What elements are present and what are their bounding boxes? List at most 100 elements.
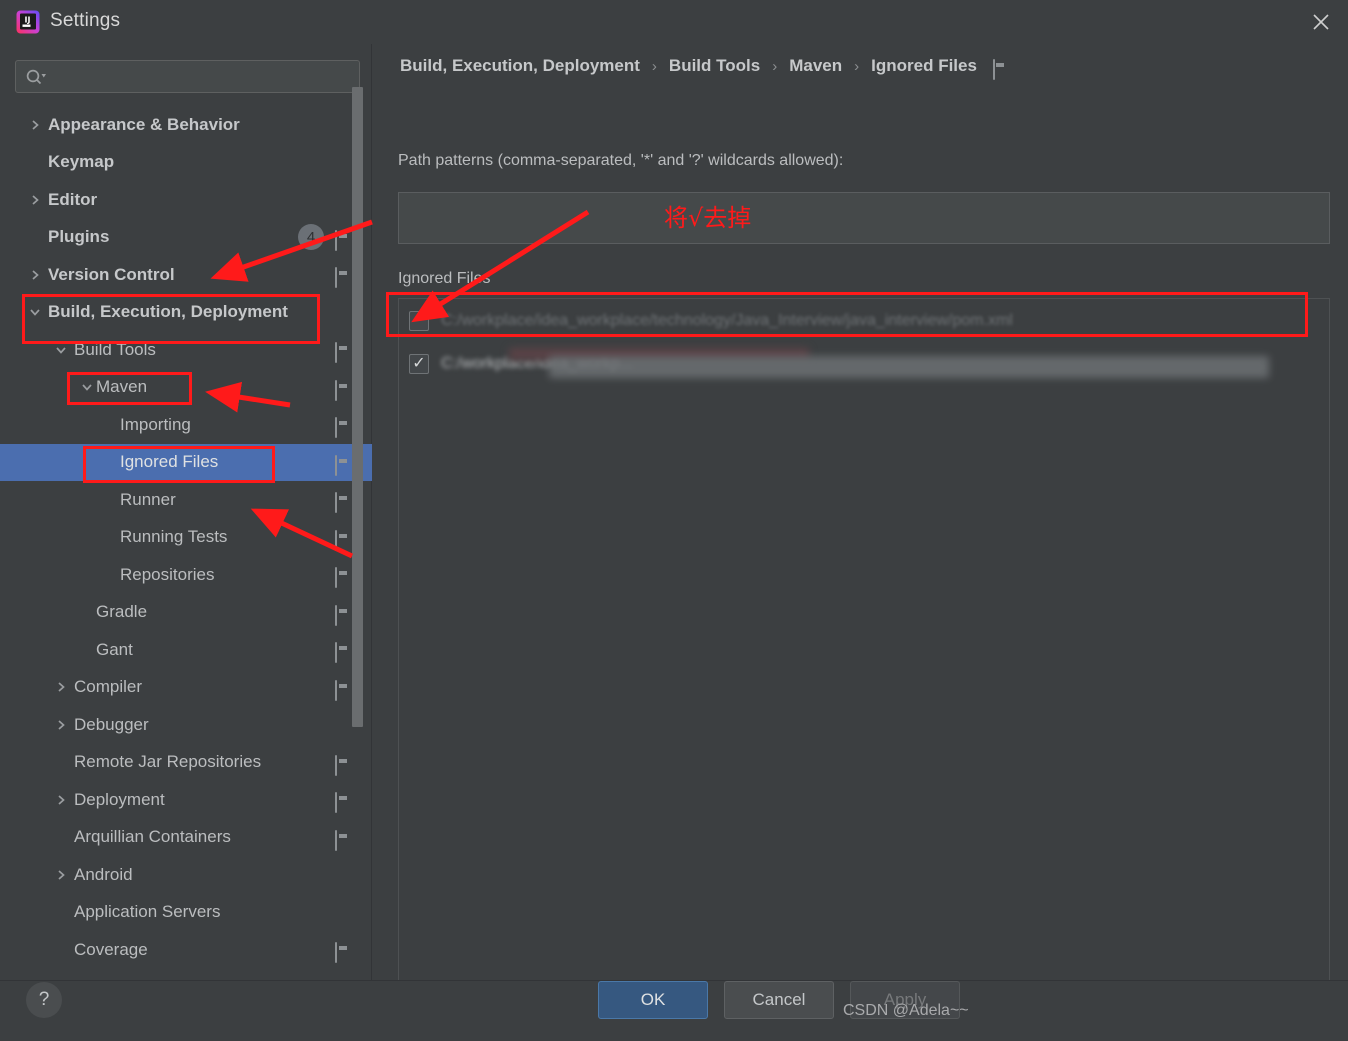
- chevron-down-icon[interactable]: [26, 303, 44, 321]
- breadcrumb-separator: ›: [651, 57, 657, 75]
- sidebar-item-gradle[interactable]: Gradle: [0, 594, 372, 632]
- sidebar-item-appearance-behavior[interactable]: Appearance & Behavior: [0, 106, 372, 144]
- chevron-right-icon[interactable]: [52, 716, 70, 734]
- sidebar-item-label: Importing: [120, 414, 191, 434]
- path-patterns-input[interactable]: [399, 193, 1329, 243]
- title-bar: IJ Settings: [0, 0, 1348, 44]
- ignored-file-row[interactable]: ✓ C:/workplace/idea_workplace/technology/…: [399, 299, 1329, 342]
- breadcrumb-separator: ›: [772, 57, 778, 75]
- settings-tree: Appearance & Behavior Keymap Editor Plugins…: [0, 106, 372, 1018]
- sidebar-item-label: Deployment: [74, 789, 165, 809]
- screen-settings-icon[interactable]: [335, 942, 350, 964]
- ignored-file-row[interactable]: ✓ C:/workplace/idea_workp...: [399, 342, 1329, 385]
- sidebar-item-label: Editor: [48, 189, 98, 209]
- screen-settings-icon[interactable]: [335, 642, 350, 664]
- sidebar-item-coverage[interactable]: Coverage: [0, 931, 372, 969]
- breadcrumb-item[interactable]: Build, Execution, Deployment: [398, 56, 642, 76]
- annotation-note: 将√去掉: [664, 204, 752, 232]
- sidebar-item-importing[interactable]: Importing: [0, 406, 372, 444]
- cancel-button[interactable]: Cancel: [724, 981, 834, 1019]
- ignored-file-checkbox[interactable]: ✓: [409, 353, 429, 374]
- sidebar-item-maven[interactable]: Maven: [0, 369, 372, 407]
- window-title: Settings: [50, 10, 121, 31]
- sidebar-item-debugger[interactable]: Debugger: [0, 706, 372, 744]
- screen-settings-icon[interactable]: [335, 792, 350, 814]
- sidebar-item-application-servers[interactable]: Application Servers: [0, 894, 372, 932]
- sidebar-item-label: Application Servers: [74, 902, 221, 922]
- sidebar-item-runner[interactable]: Runner: [0, 481, 372, 519]
- sidebar-item-plugins[interactable]: Plugins 4: [0, 219, 372, 257]
- help-button[interactable]: ?: [26, 982, 62, 1018]
- sidebar-item-label: Version Control: [48, 264, 175, 284]
- sidebar-item-gant[interactable]: Gant: [0, 631, 372, 669]
- sidebar-item-compiler[interactable]: Compiler: [0, 669, 372, 707]
- sidebar-item-label: Appearance & Behavior: [48, 114, 240, 134]
- chevron-right-icon[interactable]: [52, 866, 70, 884]
- sidebar-item-arquillian-containers[interactable]: Arquillian Containers: [0, 819, 372, 857]
- intellij-idea-logo-icon: IJ: [16, 10, 40, 34]
- sidebar-item-label: Arquillian Containers: [74, 827, 231, 847]
- breadcrumb: Build, Execution, Deployment › Build Tools…: [398, 56, 1008, 80]
- screen-settings-icon[interactable]: [335, 754, 350, 776]
- screen-settings-icon[interactable]: [335, 492, 350, 514]
- chevron-right-icon[interactable]: [26, 116, 44, 134]
- sidebar-item-build-execution-deployment[interactable]: Build, Execution, Deployment: [0, 294, 372, 332]
- sidebar-item-label: Debugger: [74, 714, 149, 734]
- chevron-right-icon[interactable]: [26, 191, 44, 209]
- sidebar-item-label: Gradle: [96, 602, 148, 622]
- breadcrumb-item[interactable]: Ignored Files: [869, 56, 979, 76]
- screen-settings-icon[interactable]: [335, 342, 350, 364]
- screen-settings-icon[interactable]: [335, 529, 350, 551]
- sidebar-item-label: Gant: [96, 639, 133, 659]
- breadcrumb-item[interactable]: Build Tools: [667, 56, 762, 76]
- ignored-file-checkbox[interactable]: ✓: [409, 310, 429, 331]
- screen-settings-icon[interactable]: [335, 829, 350, 851]
- screen-settings-icon[interactable]: [335, 604, 350, 626]
- search-input[interactable]: [52, 61, 352, 92]
- sidebar-item-editor[interactable]: Editor: [0, 181, 372, 219]
- screen-settings-icon[interactable]: [335, 417, 350, 439]
- sidebar-item-repositories[interactable]: Repositories: [0, 556, 372, 594]
- sidebar-scrollbar-track[interactable]: [352, 44, 367, 956]
- sidebar-item-label: Compiler: [74, 677, 143, 697]
- sidebar-item-deployment[interactable]: Deployment: [0, 781, 372, 819]
- screen-settings-icon[interactable]: [335, 229, 350, 251]
- ignored-file-path: C:/workplace/idea_workp...: [441, 354, 634, 372]
- sidebar-item-label: Build Tools: [74, 339, 156, 359]
- csdn-watermark: CSDN @Adela~~: [843, 1002, 969, 1019]
- sidebar-item-android[interactable]: Android: [0, 856, 372, 894]
- breadcrumb-screen-settings-icon[interactable]: [992, 58, 1008, 80]
- path-patterns-label: Path patterns (comma-separated, '*' and …: [398, 152, 844, 169]
- close-icon[interactable]: [1294, 0, 1348, 44]
- breadcrumb-separator: ›: [854, 57, 860, 75]
- ok-button[interactable]: OK: [598, 981, 708, 1019]
- sidebar-item-running-tests[interactable]: Running Tests: [0, 519, 372, 557]
- sidebar-item-badge: 4: [298, 224, 324, 251]
- settings-main-panel: Build, Execution, Deployment › Build Tools…: [372, 44, 1348, 1000]
- sidebar-scrollbar-thumb[interactable]: [352, 87, 363, 727]
- screen-settings-icon[interactable]: [335, 567, 350, 589]
- sidebar-item-remote-jar-repositories[interactable]: Remote Jar Repositories: [0, 744, 372, 782]
- chevron-right-icon[interactable]: [52, 678, 70, 696]
- chevron-right-icon[interactable]: [52, 791, 70, 809]
- path-patterns-field[interactable]: [398, 192, 1330, 244]
- sidebar-item-build-tools[interactable]: Build Tools: [0, 331, 372, 369]
- search-icon: [25, 68, 47, 86]
- ignored-file-path: C:/workplace/idea_workplace/technology/J…: [441, 311, 1013, 329]
- screen-settings-icon[interactable]: [335, 679, 350, 701]
- search-box[interactable]: [15, 60, 360, 93]
- ignored-files-label: Ignored Files: [398, 270, 491, 287]
- chevron-down-icon[interactable]: [78, 378, 96, 396]
- sidebar-item-label: Repositories: [120, 564, 215, 584]
- svg-text:IJ: IJ: [25, 16, 31, 25]
- chevron-right-icon[interactable]: [26, 266, 44, 284]
- breadcrumb-item[interactable]: Maven: [787, 56, 844, 76]
- screen-settings-icon[interactable]: [335, 379, 350, 401]
- sidebar-item-keymap[interactable]: Keymap: [0, 144, 372, 182]
- sidebar-item-label: Runner: [120, 489, 176, 509]
- chevron-down-icon[interactable]: [52, 341, 70, 359]
- screen-settings-icon[interactable]: [335, 454, 350, 476]
- sidebar-item-ignored-files[interactable]: Ignored Files: [0, 443, 372, 481]
- sidebar-item-version-control[interactable]: Version Control: [0, 256, 372, 294]
- screen-settings-icon[interactable]: [335, 267, 350, 289]
